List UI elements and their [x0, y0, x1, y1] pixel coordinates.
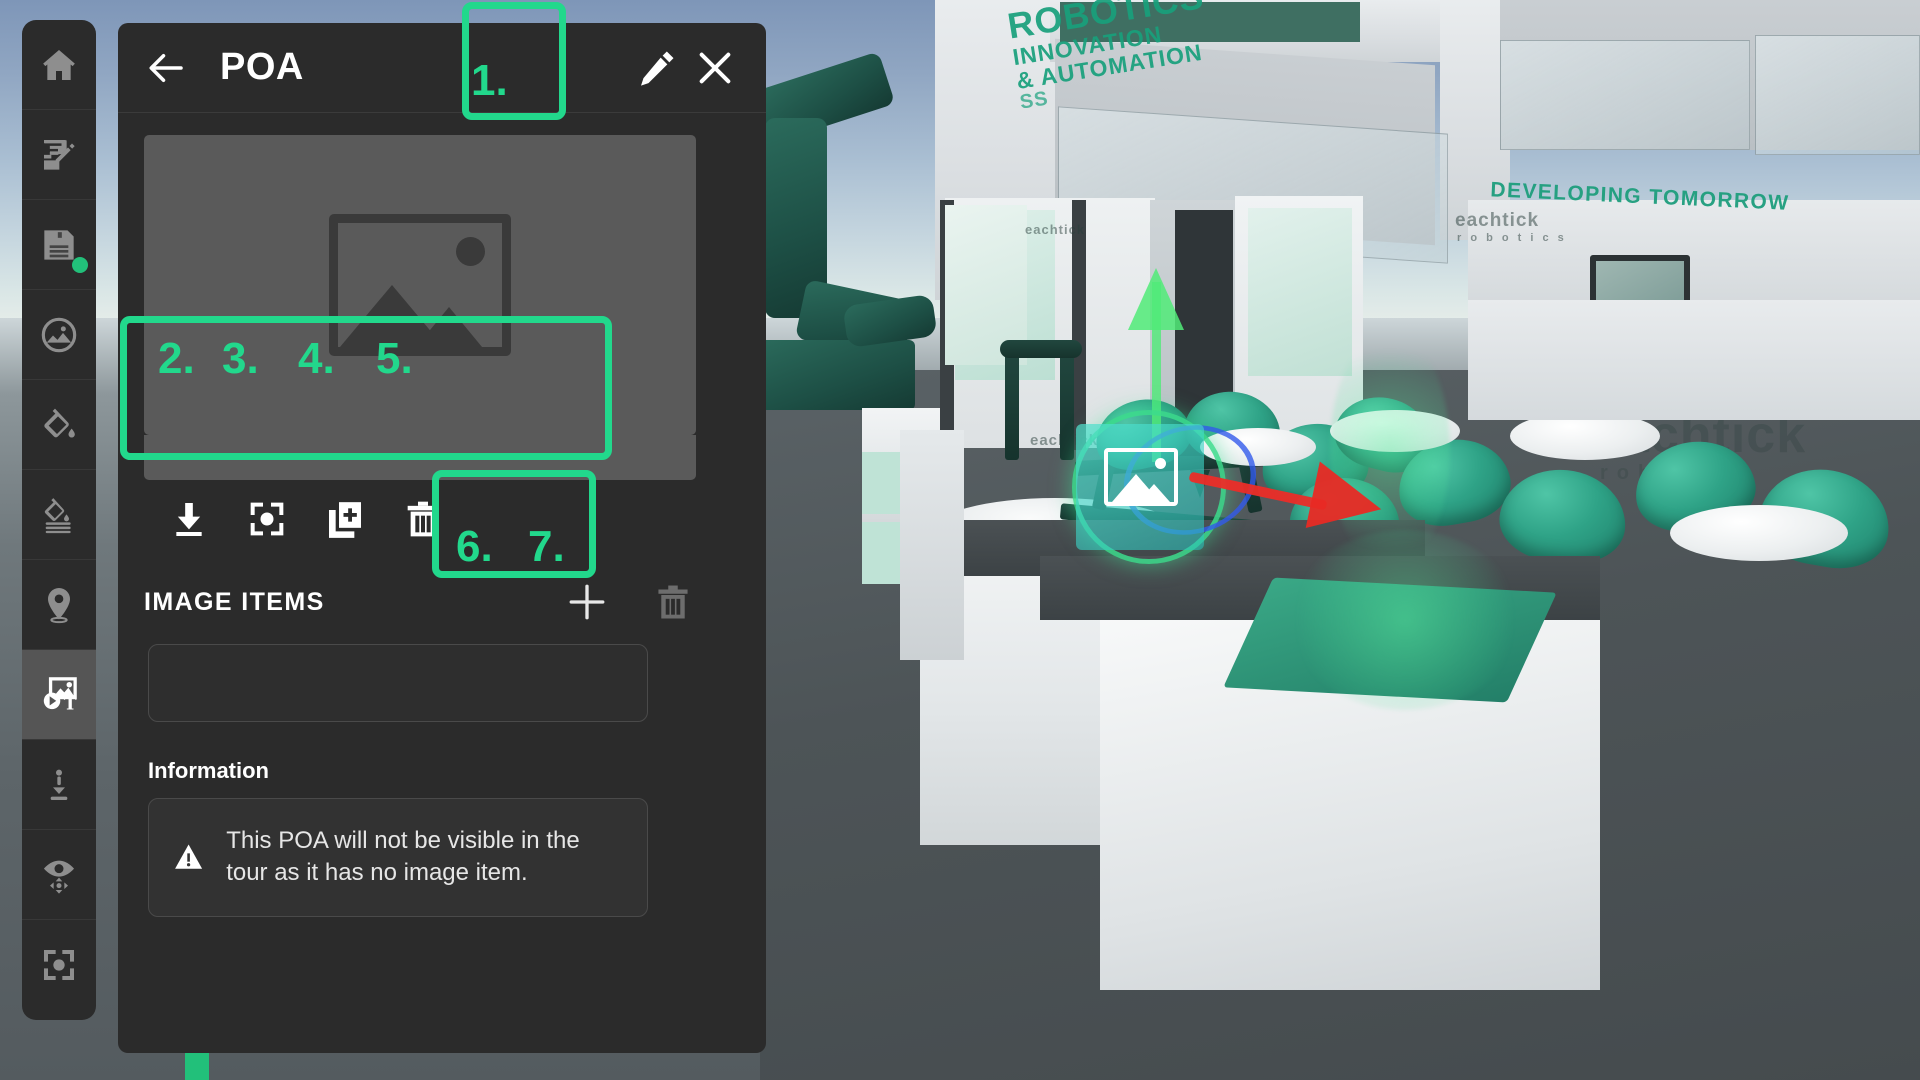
sidebar-item-save[interactable] [22, 200, 96, 290]
focus-target-icon [44, 950, 74, 980]
poa-panel-body: IMAGE ITEMS Information This POA will no… [118, 113, 766, 1053]
sidebar-item-avatar[interactable] [22, 740, 96, 830]
booth-post-b [1072, 200, 1086, 450]
focus-button[interactable] [244, 496, 290, 542]
save-unsaved-badge [72, 257, 88, 273]
placeholder-mountain-shape-2 [416, 307, 482, 347]
sidebar-item-visibility[interactable] [22, 830, 96, 920]
page-title: POA [220, 46, 304, 88]
brand-logo-right: eachtick [1455, 210, 1540, 231]
app-root: ROBOTICS INNOVATION & AUTOMATION SS DEVE… [0, 0, 1920, 1080]
warning-triangle-icon [175, 844, 203, 870]
home-icon [43, 49, 75, 80]
sidebar-item-edit-scene[interactable] [22, 110, 96, 200]
paint-layers-icon [44, 497, 71, 533]
sidebar-item-locations[interactable] [22, 560, 96, 650]
image-items-actions [564, 579, 740, 625]
image-items-header: IMAGE ITEMS [144, 574, 740, 630]
document-edit-icon [44, 139, 75, 170]
back-counter [1468, 300, 1920, 420]
eye-move-icon [44, 860, 74, 894]
marker-sun-shape [1155, 458, 1166, 469]
poa-panel: POA IMAGE ITEMS Information This POA wil… [118, 23, 766, 1053]
robot-arm-base [755, 340, 915, 410]
svg-text:T: T [64, 694, 77, 714]
close-icon [699, 52, 731, 83]
glass-balustrade-far [1755, 35, 1920, 155]
download-button[interactable] [166, 496, 212, 542]
duplicate-icon [329, 502, 361, 538]
poa-toolbar [144, 480, 740, 552]
avatar-spawn-icon [50, 769, 68, 800]
focus-icon [250, 502, 284, 536]
trash-icon [658, 585, 688, 619]
plus-icon [569, 584, 605, 620]
machine-crossbar [1000, 340, 1082, 358]
trash-icon [407, 501, 439, 537]
machine-post-b [1060, 350, 1074, 460]
glass-balustrade-right [1500, 40, 1750, 150]
scene-glow-2 [1290, 530, 1520, 710]
paint-bucket-icon [44, 408, 75, 438]
image-items-label: IMAGE ITEMS [144, 587, 325, 616]
sidebar-item-paint[interactable] [22, 380, 96, 470]
gizmo-axis-red-arrow[interactable] [1305, 461, 1389, 543]
delete-image-item[interactable] [650, 579, 696, 625]
poa-panel-header: POA [118, 23, 766, 113]
information-message: This POA will not be visible in the tour… [226, 827, 580, 887]
placeholder-sun-shape [456, 237, 485, 266]
sidebar-item-home[interactable] [22, 20, 96, 110]
back-arrow-icon [149, 53, 183, 82]
information-box: This POA will not be visible in the tour… [148, 798, 648, 917]
back-button[interactable] [144, 45, 190, 91]
image-placeholder-icon [329, 214, 511, 356]
map-pin-icon [48, 587, 70, 623]
pencil-icon [641, 51, 674, 86]
brand-logo-mid: eachtick [1025, 222, 1086, 237]
panel-bottom-indicator [185, 1050, 209, 1080]
sidebar-item-focus[interactable] [22, 920, 96, 1010]
booth-poster-b [1248, 208, 1352, 376]
delete-button[interactable] [400, 496, 446, 542]
sidebar-item-panorama[interactable] [22, 290, 96, 380]
sidebar-item-media-poa[interactable]: T [22, 650, 96, 740]
sidebar-item-materials[interactable] [22, 470, 96, 560]
side-cabinet [900, 430, 964, 660]
download-icon [176, 503, 202, 536]
duplicate-button[interactable] [322, 496, 368, 542]
gizmo-axis-green-arrow [1128, 268, 1184, 330]
preview-action-strip [144, 435, 696, 480]
information-label: Information [148, 758, 269, 783]
edit-pencil-button[interactable] [628, 39, 686, 97]
tool-rail: T [22, 20, 96, 1020]
poa-marker-image-icon [1104, 448, 1178, 506]
floppy-save-icon [44, 229, 74, 260]
machine-post-a [1005, 350, 1019, 460]
brand-sub-right: r o b o t i c s [1457, 232, 1567, 244]
image-items-empty-list[interactable] [148, 644, 648, 722]
marker-mountain-shape-2 [1138, 484, 1170, 502]
table-3 [1670, 505, 1848, 561]
panorama-icon [41, 317, 77, 352]
media-poa-icon: T [43, 676, 77, 714]
add-image-item[interactable] [564, 579, 610, 625]
image-preview-card[interactable] [144, 135, 696, 435]
close-button[interactable] [686, 39, 744, 97]
